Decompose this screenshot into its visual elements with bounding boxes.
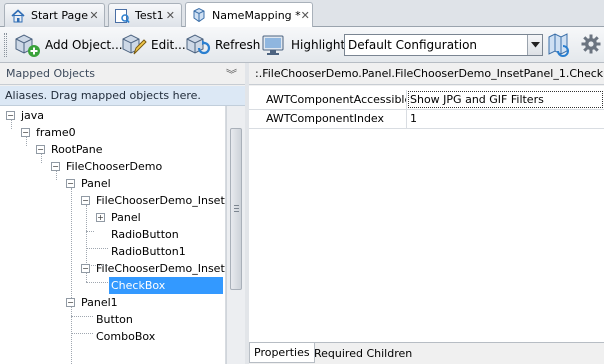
- tab-required-children[interactable]: Required Children: [310, 343, 416, 363]
- tab-namemapping[interactable]: NameMapping * ✕: [185, 2, 313, 27]
- tree-node[interactable]: ComboBox: [94, 328, 157, 345]
- mapped-objects-header: Mapped Objects ︾: [0, 63, 245, 85]
- collapse-toggle[interactable]: −: [6, 111, 15, 120]
- collapse-icon[interactable]: ︾: [226, 66, 237, 82]
- refresh-label: Refresh: [215, 38, 261, 52]
- tree-node-label: RadioButton1: [111, 245, 186, 258]
- add-object-icon: [15, 34, 40, 57]
- collapse-toggle[interactable]: −: [81, 264, 90, 273]
- close-icon[interactable]: ✕: [301, 8, 310, 22]
- property-row[interactable]: AWTComponentIndex 1: [249, 109, 604, 129]
- property-row[interactable]: AWTComponentAccessibleName Show JPG and …: [249, 90, 604, 110]
- tab-label: Required Children: [314, 346, 413, 360]
- refresh-icon: [186, 34, 211, 55]
- configuration-value: Default Configuration: [348, 38, 478, 52]
- tab-label: Properties: [254, 346, 310, 359]
- property-name: AWTComponentAccessibleName: [249, 90, 407, 109]
- toolbar-grip[interactable]: [4, 33, 7, 57]
- tree-node[interactable]: − Panel: [66, 175, 113, 192]
- edit-label: Edit...: [151, 38, 186, 52]
- tree-node[interactable]: RadioButton1: [109, 243, 188, 260]
- tree-node[interactable]: − FileChooserDemo: [51, 158, 164, 175]
- configurations-icon: [548, 33, 569, 57]
- tree-node-selected[interactable]: CheckBox: [108, 276, 224, 295]
- tree-node-label: Panel: [81, 177, 111, 190]
- tree-node-label: frame0: [36, 126, 76, 139]
- mapped-objects-tree[interactable]: − java − frame0 − RootPane − FileChooser…: [0, 106, 226, 364]
- property-name: AWTComponentIndex: [249, 109, 407, 128]
- gear-icon: [581, 34, 601, 54]
- close-icon[interactable]: ✕: [88, 9, 100, 23]
- home-icon: [11, 8, 25, 22]
- chevron-down-icon[interactable]: [527, 35, 542, 55]
- collapse-toggle[interactable]: −: [51, 162, 60, 171]
- property-value[interactable]: 1: [407, 109, 604, 128]
- collapse-toggle[interactable]: −: [66, 179, 75, 188]
- expand-toggle[interactable]: +: [96, 213, 105, 222]
- property-tabs: Properties Required Children: [249, 342, 604, 364]
- collapse-toggle[interactable]: −: [66, 298, 75, 307]
- tab-label: NameMapping *: [212, 8, 301, 22]
- tree-node[interactable]: − Panel1: [66, 294, 120, 311]
- tree-node-label: FileChooserDemo_InsetPane: [96, 194, 225, 207]
- tree-node-label: FileChooserDemo: [66, 160, 163, 173]
- collapse-toggle[interactable]: −: [36, 145, 45, 154]
- configuration-manager-button[interactable]: [546, 31, 572, 59]
- add-object-button[interactable]: Add Object...: [12, 32, 123, 58]
- tree-node-label: RadioButton: [111, 228, 179, 241]
- aliases-drop-hint[interactable]: Aliases. Drag mapped objects here.: [0, 86, 245, 106]
- document-tab-strip: Start Page ✕ Test1 ✕ NameMapping * ✕: [0, 0, 604, 27]
- edit-button[interactable]: Edit...: [120, 32, 186, 58]
- tab-label: Start Page: [31, 9, 88, 22]
- tree-node[interactable]: − FileChooserDemo_InsetPane: [81, 192, 225, 209]
- tree-node-label: FileChooserDemo_InsetPane: [96, 262, 225, 275]
- settings-button[interactable]: [580, 33, 602, 55]
- refresh-button[interactable]: Refresh: [184, 32, 260, 58]
- tree-node[interactable]: − RootPane: [36, 141, 105, 158]
- tree-node-label: RootPane: [51, 143, 103, 156]
- tree-node-label: ComboBox: [96, 330, 156, 343]
- tree-node[interactable]: RadioButton: [109, 226, 181, 243]
- tree-node[interactable]: Button: [94, 311, 135, 328]
- tree-node-label: java: [21, 109, 45, 122]
- close-icon[interactable]: ✕: [164, 9, 177, 23]
- tree-node-label: CheckBox: [108, 276, 224, 295]
- hint-text: Aliases. Drag mapped objects here.: [5, 89, 201, 102]
- configuration-select[interactable]: Default Configuration: [344, 34, 543, 56]
- tree-node[interactable]: − java: [6, 107, 46, 124]
- tab-properties[interactable]: Properties: [249, 343, 315, 363]
- scrollbar-thumb[interactable]: [230, 128, 242, 290]
- tree-node[interactable]: − FileChooserDemo_InsetPane: [81, 260, 225, 277]
- tree-node-label: Panel1: [81, 296, 118, 309]
- properties-grid: AWTComponentAccessibleName Show JPG and …: [249, 86, 604, 342]
- tree-vertical-scrollbar[interactable]: [226, 106, 245, 364]
- collapse-toggle[interactable]: −: [81, 196, 90, 205]
- tab-test1[interactable]: Test1 ✕: [108, 3, 182, 27]
- tab-label: Test1: [135, 9, 164, 22]
- object-full-name: :.FileChooserDemo.Panel.FileChooserDemo_…: [255, 67, 604, 80]
- highlight-button[interactable]: Highlight: [260, 32, 345, 58]
- tab-start-page[interactable]: Start Page ✕: [4, 3, 105, 27]
- tree-node-label: Panel: [111, 211, 141, 224]
- add-object-label: Add Object...: [45, 38, 123, 52]
- keyword-test-icon: [115, 8, 130, 23]
- tree-node-label: Button: [96, 313, 133, 326]
- highlight-icon: [262, 35, 284, 55]
- object-path-bar: :.FileChooserDemo.Panel.FileChooserDemo_…: [249, 63, 604, 85]
- namemapping-icon: [193, 7, 205, 23]
- property-value[interactable]: Show JPG and GIF Filters: [407, 90, 604, 109]
- highlight-label: Highlight: [291, 38, 346, 52]
- collapse-toggle[interactable]: −: [21, 128, 30, 137]
- tree-node[interactable]: − frame0: [21, 124, 78, 141]
- tree-node[interactable]: + Panel: [96, 209, 143, 226]
- edit-icon: [122, 34, 147, 55]
- panel-title: Mapped Objects: [6, 67, 95, 80]
